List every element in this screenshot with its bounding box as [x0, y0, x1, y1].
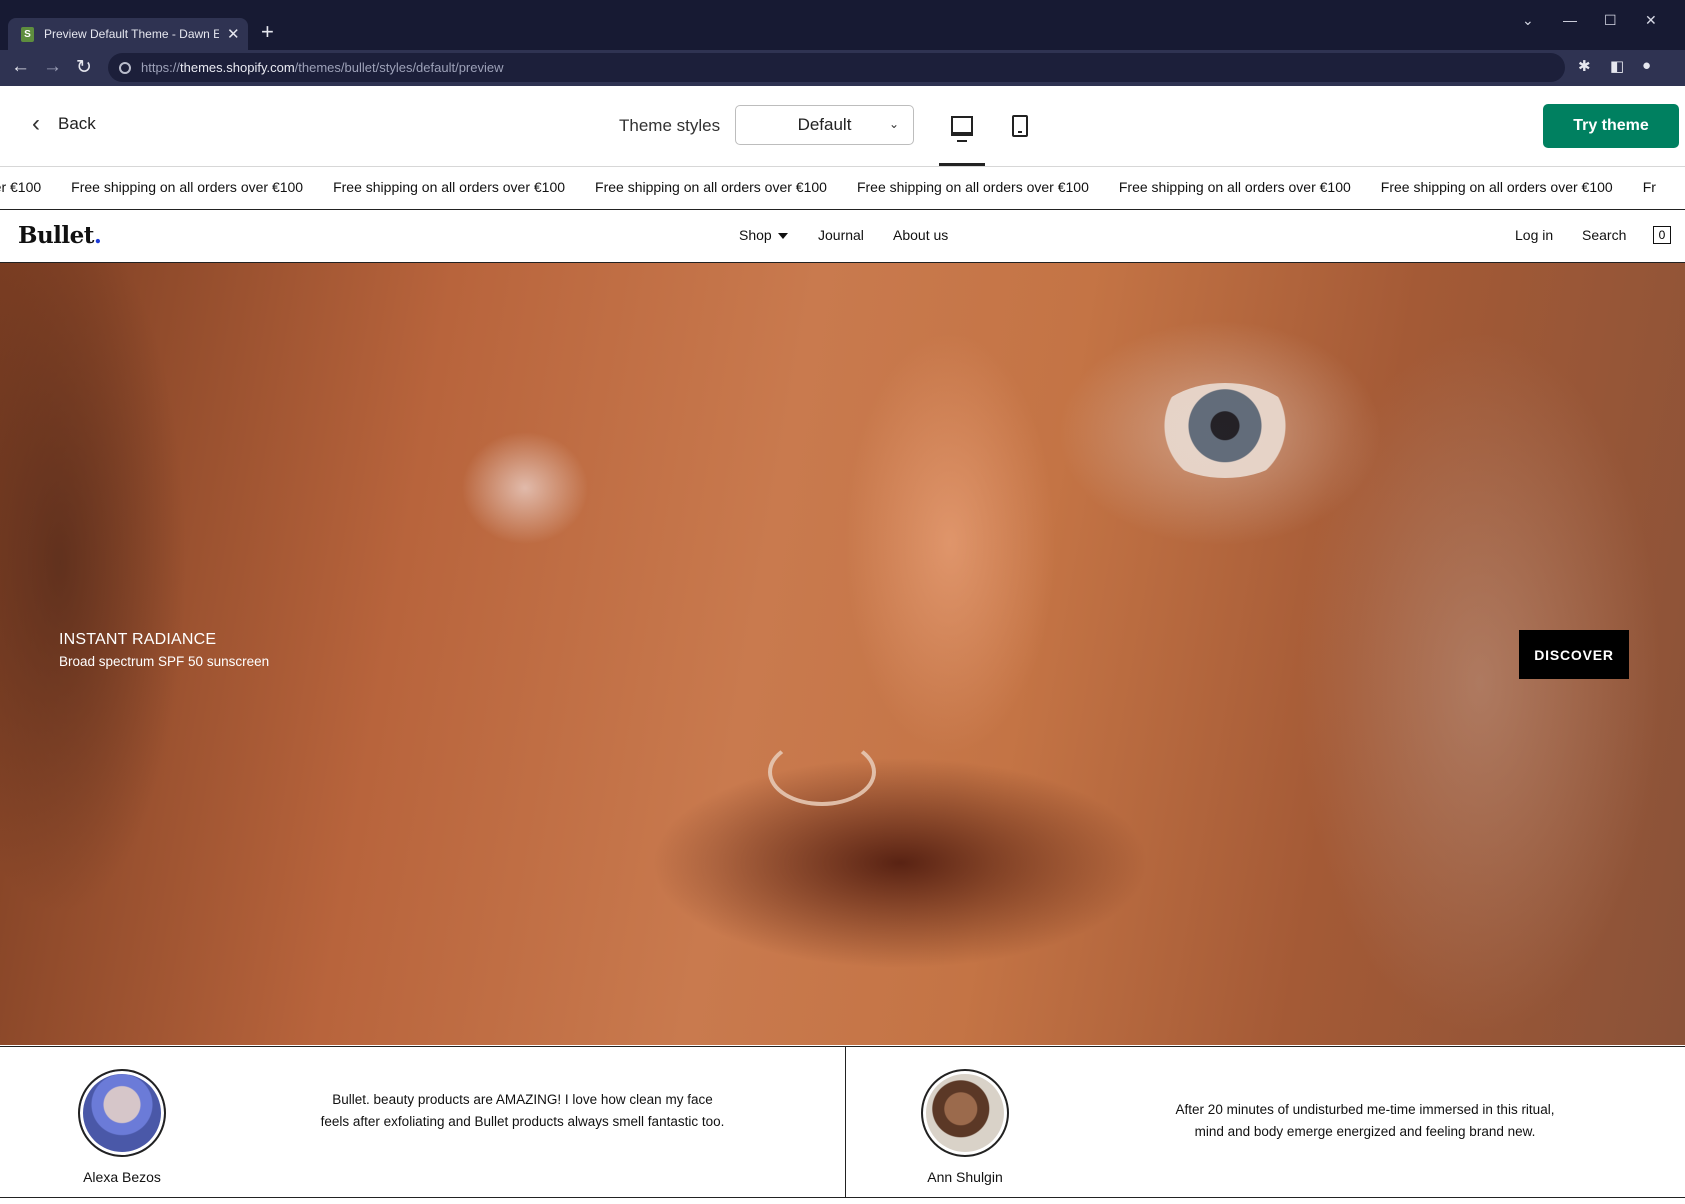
browser-toolbar: ← → ↻ https://themes.shopify.com/themes/…	[0, 50, 1685, 86]
desktop-icon	[951, 116, 973, 142]
browser-tab[interactable]: S Preview Default Theme - Dawn E ✕	[8, 18, 248, 50]
theme-preview-bar: ‹ Back Theme styles Default ⌄ Try theme	[0, 86, 1685, 167]
nav-shop[interactable]: Shop	[739, 227, 788, 243]
close-window-icon[interactable]: ✕	[1645, 12, 1657, 29]
desktop-view-button[interactable]	[939, 106, 985, 146]
try-theme-button[interactable]: Try theme	[1543, 104, 1679, 148]
announcement-item: Free shipping on all orders over €100	[856, 179, 1089, 195]
new-tab-icon[interactable]: +	[261, 20, 274, 44]
back-button[interactable]: ‹ Back	[32, 110, 96, 137]
mobile-icon	[1012, 115, 1028, 137]
announcement-item: s over €100	[0, 179, 42, 195]
hero-image-detail	[768, 738, 876, 806]
side-panel-icon[interactable]: ◧	[1610, 57, 1624, 75]
announcement-bar: s over €100 Free shipping on all orders …	[0, 167, 1685, 211]
testimonials-section: Alexa Bezos Bullet. beauty products are …	[0, 1046, 1685, 1198]
announcement-item: Free shipping on all orders over €100	[1380, 179, 1613, 195]
hero-banner: INSTANT RADIANCE Broad spectrum SPF 50 s…	[0, 263, 1685, 1045]
url-text: https://themes.shopify.com/themes/bullet…	[141, 60, 504, 75]
testimonial-quote: After 20 minutes of undisturbed me-time …	[1175, 1102, 1555, 1139]
hero-subtitle: Broad spectrum SPF 50 sunscreen	[59, 654, 270, 669]
reload-icon[interactable]: ↻	[76, 56, 92, 79]
testimonial-divider	[845, 1047, 846, 1197]
site-info-icon[interactable]	[119, 61, 131, 74]
back-label: Back	[58, 114, 96, 133]
chevron-down-icon: ⌄	[888, 117, 899, 131]
tab-search-chevron-icon[interactable]: ⌄	[1522, 12, 1534, 29]
announcement-item: Free shipping on all orders over €100	[595, 179, 827, 195]
shopify-favicon-icon: S	[21, 26, 34, 42]
extensions-icon[interactable]: ✱	[1578, 57, 1591, 75]
avatar	[921, 1069, 1009, 1157]
caret-down-icon	[777, 233, 788, 240]
theme-styles-value: Default	[797, 115, 852, 134]
forward-arrow-icon[interactable]: →	[43, 56, 62, 78]
cart-count[interactable]: 0	[1653, 226, 1671, 244]
hero-image-detail	[1150, 383, 1300, 478]
theme-styles-select[interactable]: Default ⌄	[735, 105, 914, 145]
announcement-item: Fr	[1642, 179, 1656, 195]
store-logo[interactable]: Bullet.	[18, 222, 102, 249]
testimonial-name: Alexa Bezos	[83, 1169, 161, 1185]
announcement-item: Free shipping on all orders over €100	[1118, 179, 1351, 195]
active-device-indicator	[939, 163, 985, 166]
browser-titlebar: S Preview Default Theme - Dawn E ✕ + ⌄ —…	[0, 0, 1685, 50]
avatar	[78, 1069, 166, 1157]
maximize-icon[interactable]: ☐	[1604, 12, 1617, 29]
minimize-icon[interactable]: —	[1563, 12, 1577, 28]
tab-title: Preview Default Theme - Dawn E	[44, 27, 219, 41]
profile-icon[interactable]: ●	[1642, 57, 1651, 74]
chevron-left-icon: ‹	[32, 110, 40, 137]
hero-title: INSTANT RADIANCE	[59, 631, 217, 648]
theme-styles-label: Theme styles	[619, 116, 721, 135]
announcement-item: Free shipping on all orders over €100	[333, 179, 566, 195]
mobile-view-button[interactable]	[997, 106, 1043, 146]
nav-log-in[interactable]: Log in	[1515, 227, 1553, 243]
address-bar[interactable]: https://themes.shopify.com/themes/bullet…	[108, 53, 1565, 82]
nav-journal[interactable]: Journal	[818, 227, 864, 243]
tab-close-icon[interactable]: ✕	[227, 25, 240, 43]
testimonial-name: Ann Shulgin	[927, 1169, 1003, 1185]
discover-button[interactable]: DISCOVER	[1519, 630, 1629, 679]
nav-about-us[interactable]: About us	[893, 227, 948, 243]
store-header: Bullet. Shop Journal About us Log in Sea…	[0, 210, 1685, 263]
testimonial-quote: Bullet. beauty products are AMAZING! I l…	[320, 1092, 725, 1129]
back-arrow-icon[interactable]: ←	[11, 56, 30, 78]
nav-search[interactable]: Search	[1582, 227, 1626, 243]
announcement-item: Free shipping on all orders over €100	[71, 179, 304, 195]
